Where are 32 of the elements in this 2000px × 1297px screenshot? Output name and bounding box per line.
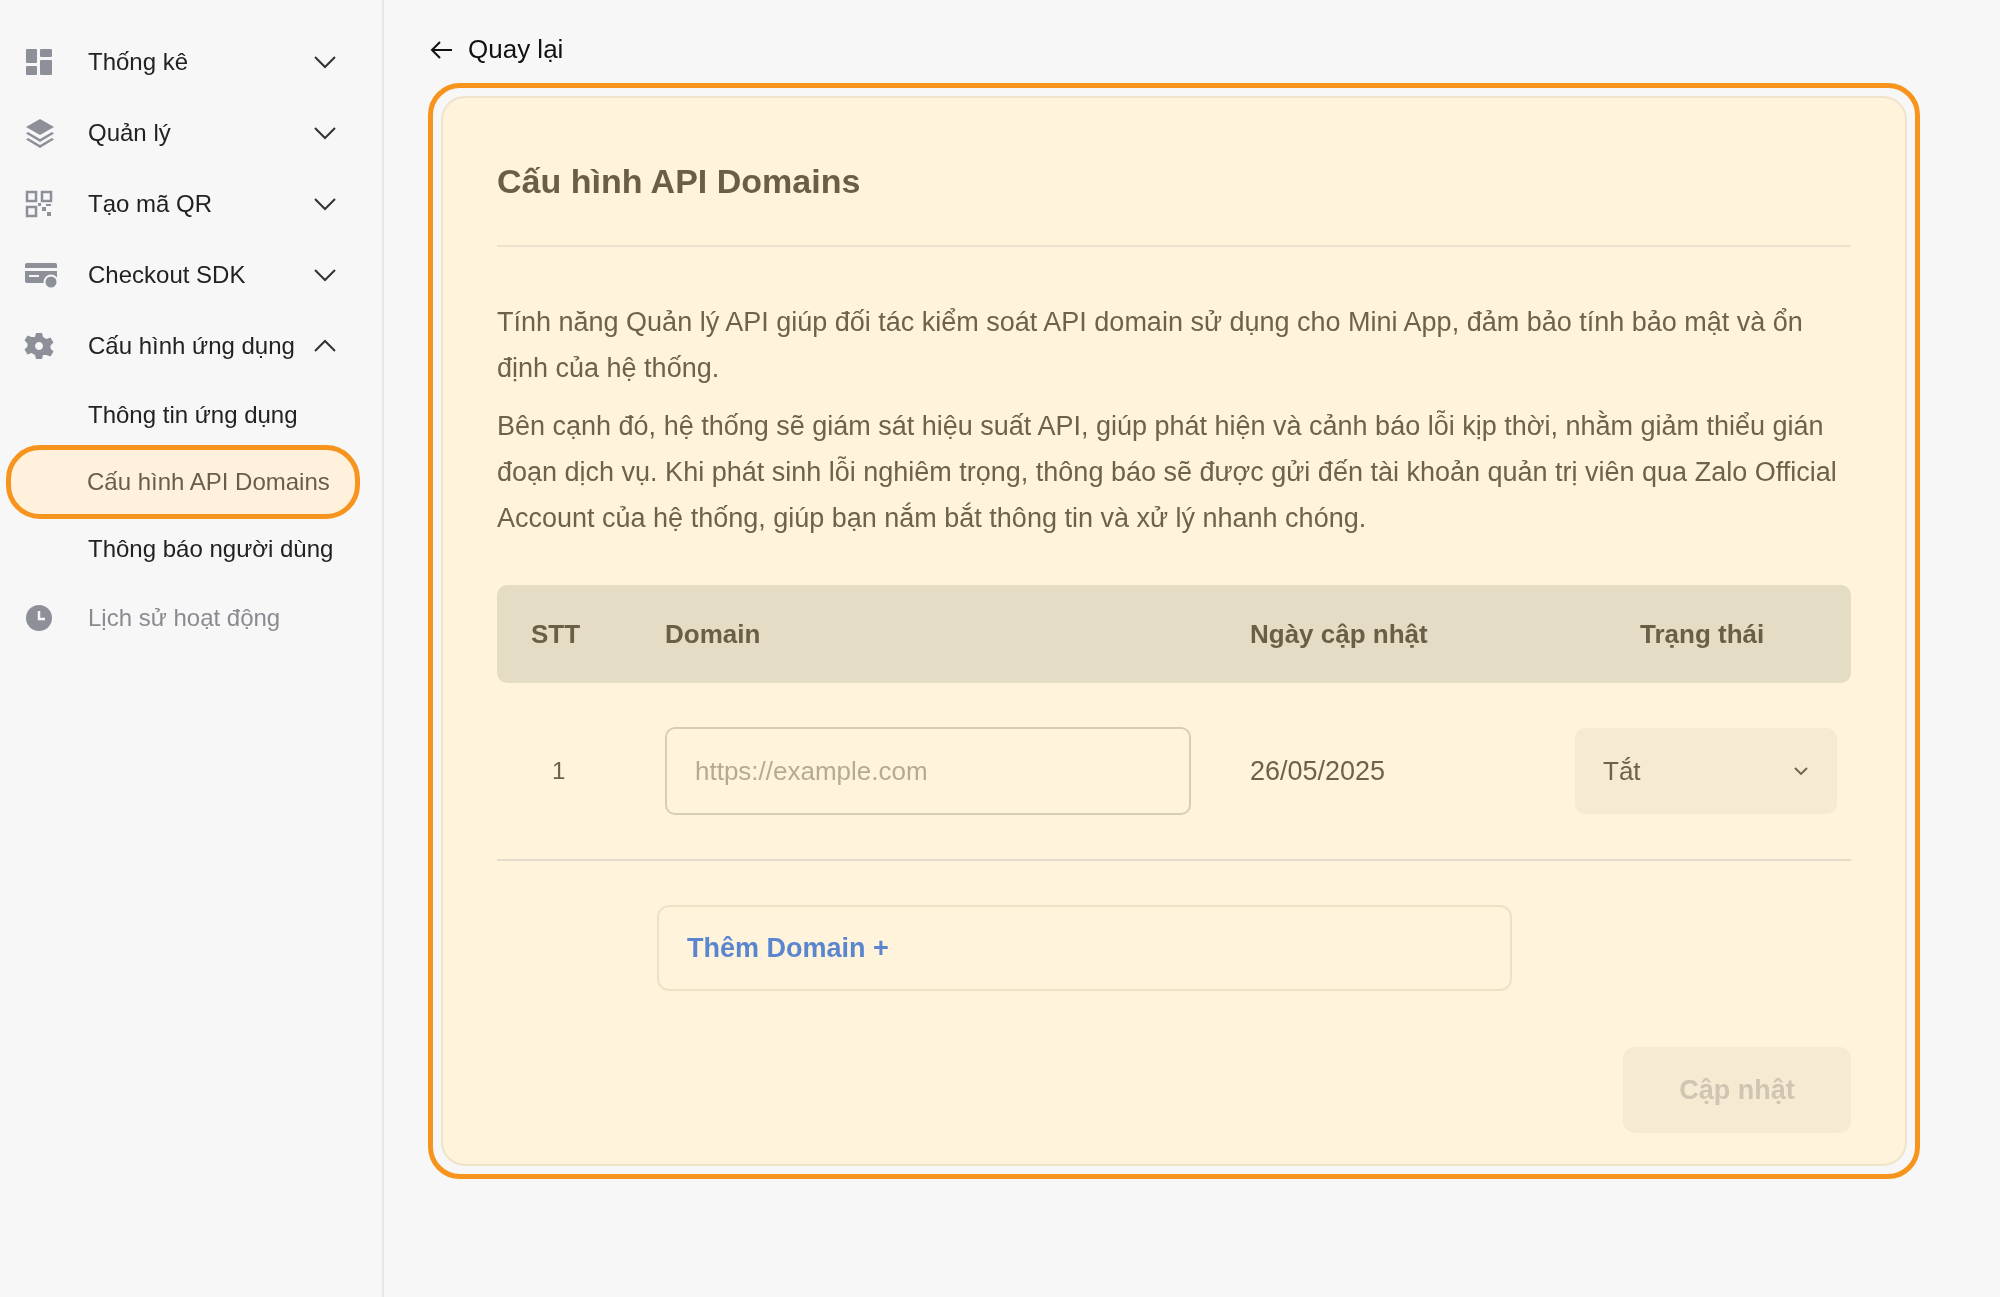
chevron-down-icon[interactable]	[313, 54, 337, 69]
domain-input-field[interactable]: https://example.com	[665, 727, 1191, 815]
qr-code-icon	[24, 188, 54, 219]
submenu-item[interactable]: Thông tin ứng dụng	[8, 382, 310, 447]
chevron-down-icon	[1793, 766, 1809, 776]
chevron-down-icon[interactable]	[313, 196, 337, 211]
back-arrow-icon[interactable]	[430, 39, 454, 60]
card-title: Cấu hình API Domains	[497, 154, 1851, 247]
sidebar-item[interactable]: Checkout SDK	[88, 260, 313, 289]
table-cell: 26/05/2025	[1250, 755, 1386, 786]
submenu-item[interactable]: Cấu hình API Domains	[6, 444, 360, 519]
settings-icon	[24, 330, 54, 361]
sidebar-item[interactable]: Thống kê	[88, 47, 313, 76]
sidebar-item[interactable]: Tạo mã QR	[88, 189, 313, 218]
submenu-item[interactable]: Thông báo người dùng	[8, 516, 346, 581]
chevron-up-icon[interactable]	[313, 338, 337, 353]
chevron-down-icon[interactable]	[313, 125, 337, 140]
clock-icon	[24, 602, 54, 633]
dashboard-icon	[24, 46, 54, 77]
column-header: STT	[530, 618, 582, 650]
status-dropdown[interactable]: Tắt	[1575, 728, 1837, 814]
layers-icon	[24, 116, 56, 149]
table-cell-text: 1	[551, 757, 567, 785]
column-header: Trạng thái	[1640, 618, 1766, 650]
description-text: Tính năng Quản lý API giúp đối tác kiểm soát API domain sử dụng cho Mini App, đảm bảo tính bảo mật và ổn định của hệ thống.	[497, 306, 1804, 385]
chevron-down-icon[interactable]	[313, 267, 337, 282]
description-text: Bên cạnh đó, hệ thống sẽ giám sát hiệu suất API, giúp phát hiện và cảnh báo lỗi kịp thời, nhằm giảm thiểu gián đoạn dịch vụ. Khi phát sinh lỗi nghiêm trọng, thông báo sẽ được gửi đến tài khoản quản trị viên qua Zalo Official Account của hệ thống, giúp bạn nắm bắt thông tin và xử lý nhanh chóng.	[497, 409, 1838, 535]
sidebar-item[interactable]: Cấu hình ứng dụng	[88, 331, 313, 360]
column-header: Ngày cập nhật	[1250, 618, 1429, 650]
back-link[interactable]: Quay lại	[468, 34, 564, 65]
sidebar-item[interactable]: Quản lý	[88, 118, 313, 147]
column-header: Domain	[665, 618, 762, 650]
